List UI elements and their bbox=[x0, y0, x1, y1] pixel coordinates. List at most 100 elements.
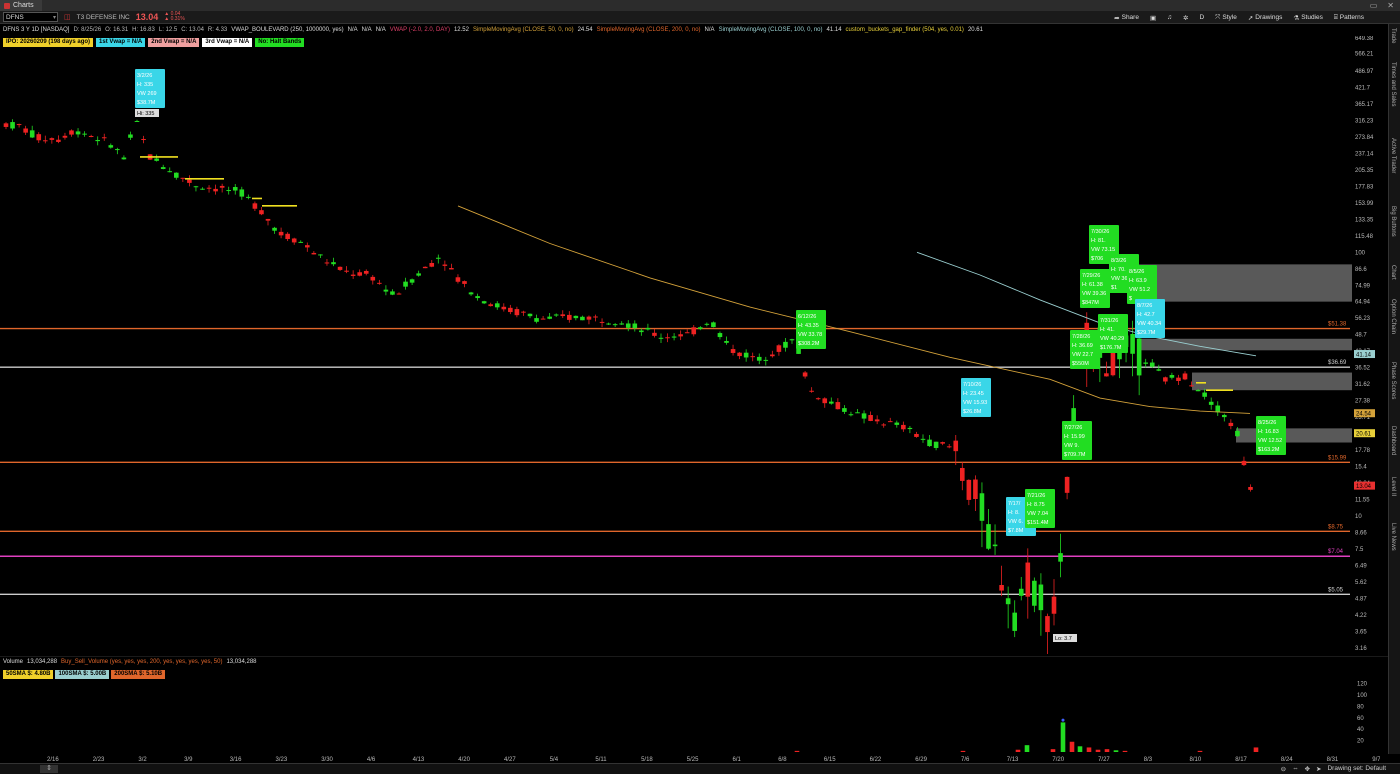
info-item-8[interactable]: N/A bbox=[348, 27, 358, 33]
info-item-10[interactable]: N/A bbox=[376, 27, 386, 33]
pan-icon[interactable]: ⇔ bbox=[1292, 765, 1299, 773]
info-item-1[interactable]: D: 8/25/26 bbox=[73, 27, 101, 33]
sidebar-item-4[interactable]: Chart bbox=[1390, 265, 1396, 280]
patterns-button[interactable]: ⌸ Patterns bbox=[1334, 14, 1364, 22]
candle-body bbox=[56, 139, 61, 142]
candle-body bbox=[501, 306, 507, 310]
info-item-7[interactable]: VWAP_BOULEVARD (250, 1000000, yes) bbox=[231, 27, 343, 33]
annotation-text: VW 39.36 bbox=[1082, 291, 1106, 297]
link-icon[interactable]: ◫ bbox=[64, 13, 71, 21]
candles[interactable] bbox=[3, 119, 1253, 654]
minimize-icon[interactable]: ▭ bbox=[1370, 1, 1378, 10]
sidebar-item-0[interactable]: Trade bbox=[1390, 28, 1396, 43]
volume-tick-label: 20 bbox=[1357, 739, 1364, 745]
sidebar-item-1[interactable]: Times and Sales bbox=[1390, 62, 1396, 106]
sidebar-item-8[interactable]: Level II bbox=[1390, 477, 1396, 496]
info-item-14[interactable]: 24.54 bbox=[578, 27, 593, 33]
info-item-18[interactable]: 41.14 bbox=[827, 27, 842, 33]
annotation-callout[interactable]: 7/21/26 H: 8.75 VW 7.04 $151.4M bbox=[1025, 489, 1055, 528]
sidebar-item-7[interactable]: Dashboard bbox=[1390, 426, 1396, 455]
close-icon[interactable]: ✕ bbox=[1387, 1, 1394, 10]
info-item-17[interactable]: SimpleMovingAvg (CLOSE, 100, 0, no) bbox=[719, 27, 823, 33]
settings-button[interactable]: ✲ bbox=[1183, 14, 1188, 22]
pointer-icon[interactable]: ➤ bbox=[1316, 765, 1321, 773]
candle-body bbox=[219, 185, 225, 188]
volume-bar bbox=[1113, 750, 1119, 752]
price-tick-label: 64.94 bbox=[1355, 300, 1371, 306]
screenshot-button[interactable]: ▣ bbox=[1150, 14, 1156, 22]
studies-button[interactable]: ⚗ Studies bbox=[1293, 14, 1323, 22]
price-tick-label: 486.97 bbox=[1355, 69, 1374, 75]
annotation-text: VW 36. bbox=[1111, 276, 1130, 282]
volume-tick-label: 100 bbox=[1357, 693, 1368, 699]
candle-body bbox=[1038, 584, 1044, 611]
candle-body bbox=[200, 188, 205, 190]
candle-body bbox=[933, 441, 939, 448]
info-item-11[interactable]: VWAP (-2.0, 2.0, DAY) bbox=[390, 27, 450, 33]
annotation-callout[interactable]: 7/31/26 H: 41. VW 40.29 $176.7M bbox=[1098, 314, 1128, 353]
candle-body bbox=[324, 262, 330, 264]
info-item-19[interactable]: custom_buckets_gap_finder (504, yes, 0.0… bbox=[846, 27, 964, 33]
info-item-13[interactable]: SimpleMovingAvg (CLOSE, 50, 0, no) bbox=[473, 27, 574, 33]
annotation-callout[interactable]: 8/5/26 H: 63.9 VW 51.2 $ bbox=[1127, 265, 1157, 304]
share-button[interactable]: ➦ Share bbox=[1114, 14, 1139, 22]
sidebar-item-5[interactable]: Option Chain bbox=[1390, 299, 1396, 334]
sidebar-item-2[interactable]: Active Trader bbox=[1390, 138, 1396, 173]
candle-body bbox=[946, 446, 952, 448]
info-item-0[interactable]: DFNS 3 Y 1D [NASDAQ] bbox=[3, 27, 69, 33]
candle-body bbox=[141, 138, 146, 140]
annotation-text: H: 42.7 bbox=[1137, 312, 1155, 318]
info-item-6[interactable]: R: 4.33 bbox=[208, 27, 227, 33]
volume-chart[interactable]: 120 100 80 60 40 20 bbox=[0, 656, 1388, 753]
annotation-callout[interactable]: 7/28/26 H: 36.69 VW 22.7 $550M bbox=[1070, 330, 1100, 369]
info-item-16[interactable]: N/A bbox=[705, 27, 715, 33]
annotation-callout[interactable]: 8/25/26 H: 16.83 VW 12.52 $163.2M bbox=[1256, 416, 1286, 455]
annotation-text: VW 22.7 bbox=[1072, 352, 1093, 358]
interval-button[interactable]: D bbox=[1199, 14, 1204, 21]
info-item-9[interactable]: N/A bbox=[362, 27, 372, 33]
candle-body bbox=[999, 585, 1004, 591]
candle-body bbox=[396, 293, 402, 295]
annotation-text: H: 23.45 bbox=[963, 391, 984, 397]
sidebar-item-9[interactable]: Live News bbox=[1390, 523, 1396, 551]
annotation-callout[interactable]: 7/27/26 H: 15.99 VW 9. $709.7M bbox=[1062, 421, 1092, 460]
charts-tab[interactable]: Charts bbox=[0, 0, 42, 11]
price-tick-label: 11.55 bbox=[1355, 498, 1370, 504]
annotation-callout[interactable]: 7/29/26 H: 61.38 VW 39.36 $847M bbox=[1080, 269, 1110, 308]
candle-body bbox=[815, 398, 821, 400]
resize-handle-icon[interactable]: ⇕ bbox=[40, 765, 58, 773]
crosshair-icon[interactable]: ✥ bbox=[1305, 765, 1310, 773]
price-chart[interactable]: 649.38 566.21 486.97 421.7 365.17 316.23 273.8… bbox=[0, 36, 1388, 654]
info-item-20[interactable]: 20.61 bbox=[968, 27, 983, 33]
candle-body bbox=[802, 372, 808, 377]
symbol-input[interactable]: DFNS ▾ bbox=[3, 12, 58, 22]
info-item-2[interactable]: O: 16.31 bbox=[105, 27, 128, 33]
annotation-text: $709.7M bbox=[1064, 452, 1086, 458]
info-item-15[interactable]: SimpleMovingAvg (CLOSE, 200, 0, no) bbox=[597, 27, 701, 33]
app-logo-icon bbox=[4, 2, 10, 9]
annotation-callout[interactable]: 8/7/26 H: 42.7 VW 40.34 $29.7M bbox=[1135, 299, 1165, 338]
alert-button[interactable]: ♫ bbox=[1167, 14, 1172, 21]
annotation-callout[interactable]: 6/12/26 H: 43.35 VW 33.78 $308.2M bbox=[796, 310, 826, 349]
annotation-text: $1 bbox=[1111, 285, 1117, 291]
info-item-3[interactable]: H: 16.83 bbox=[132, 27, 155, 33]
sidebar-item-3[interactable]: Big Buttons bbox=[1390, 206, 1396, 237]
sidebar-item-6[interactable]: Phase Scores bbox=[1390, 362, 1396, 399]
info-item-12[interactable]: 12.52 bbox=[454, 27, 469, 33]
candle-body bbox=[960, 467, 965, 481]
chevron-down-icon[interactable]: ▾ bbox=[53, 14, 57, 21]
drawing-set-label[interactable]: Drawing set: Default bbox=[1327, 765, 1386, 773]
style-button[interactable]: ⤧ Style bbox=[1215, 14, 1237, 22]
info-item-5[interactable]: C: 13.04 bbox=[181, 27, 204, 33]
hi-label: Hi: 335 bbox=[135, 109, 159, 117]
annotation-callout[interactable]: 7/10/26 H: 23.45 VW 15.93 $26.8M bbox=[961, 378, 991, 417]
annotation-callout[interactable]: 3/2/26 H: 335 VW 269 $38.7M bbox=[135, 69, 165, 108]
annotation-text: H: 61.38 bbox=[1082, 282, 1103, 288]
zoom-icon[interactable]: ⊖ bbox=[1281, 765, 1286, 773]
drawings-button[interactable]: ➚ Drawings bbox=[1248, 14, 1283, 22]
info-item-4[interactable]: L: 12.5 bbox=[159, 27, 177, 33]
candle-body bbox=[698, 327, 703, 329]
annotation-text: $706 bbox=[1091, 256, 1103, 262]
candle-body bbox=[547, 316, 552, 319]
candle-body bbox=[527, 313, 533, 317]
